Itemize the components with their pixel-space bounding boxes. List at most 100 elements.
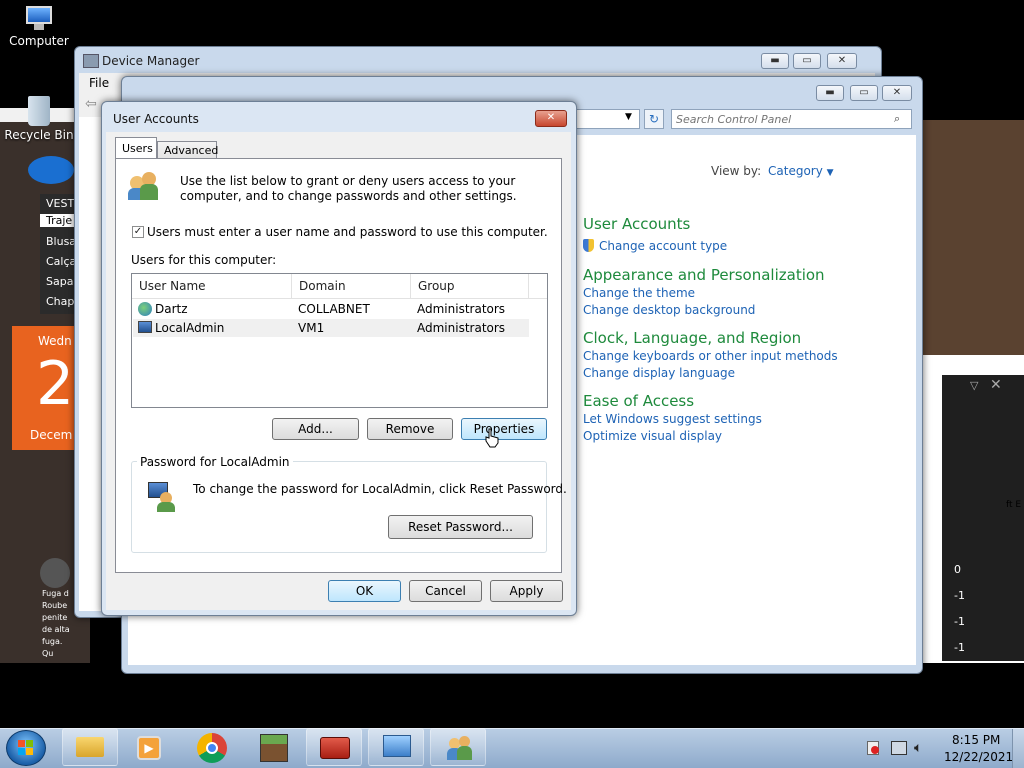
change-theme-link[interactable]: Change the theme bbox=[583, 286, 695, 300]
computer-desktop-icon[interactable]: Computer bbox=[4, 6, 74, 48]
clock-language-region-heading[interactable]: Clock, Language, and Region bbox=[583, 329, 801, 347]
recycle-bin-desktop-icon[interactable]: Recycle Bin bbox=[4, 96, 74, 142]
panel-number: -1 bbox=[954, 589, 965, 602]
recycle-bin-label: Recycle Bin bbox=[4, 128, 74, 142]
taskbar-media-player-button[interactable]: ▶ bbox=[122, 728, 178, 766]
news-avatar bbox=[40, 558, 70, 588]
users-list-label: Users for this computer: bbox=[131, 253, 277, 267]
tab-users-label: Users bbox=[122, 142, 153, 155]
mouse-cursor-icon bbox=[485, 428, 499, 448]
reset-password-button[interactable]: Reset Password... bbox=[388, 515, 533, 539]
column-header-username[interactable]: User Name bbox=[132, 274, 292, 298]
dark-panel: ▽ ✕ 0 -1 -1 -1 bbox=[942, 375, 1024, 661]
taskbar-minecraft-button[interactable] bbox=[245, 728, 301, 766]
folder-icon bbox=[76, 737, 104, 757]
panel-number: -1 bbox=[954, 615, 965, 628]
change-account-type-link[interactable]: Change account type bbox=[599, 239, 727, 253]
let-windows-suggest-link[interactable]: Let Windows suggest settings bbox=[583, 412, 762, 426]
chevron-down-icon: ▼ bbox=[826, 168, 834, 178]
calendar-day-number: 2 bbox=[36, 349, 75, 419]
background-panel-window: ▽ ✕ 0 -1 -1 -1 ft E bbox=[922, 355, 1024, 663]
panel-close-icon: ✕ bbox=[990, 377, 1002, 393]
control-panel-close-button[interactable]: ✕ bbox=[882, 85, 912, 101]
apply-button[interactable]: Apply bbox=[490, 580, 563, 602]
ok-button[interactable]: OK bbox=[328, 580, 401, 602]
windows-logo-icon bbox=[18, 740, 34, 756]
search-input[interactable] bbox=[674, 111, 888, 128]
clock-time[interactable]: 8:15 PM bbox=[952, 733, 1000, 747]
address-dropdown-icon[interactable]: ▼ bbox=[625, 112, 632, 122]
background-game-window bbox=[920, 120, 1024, 355]
optimize-visual-display-link[interactable]: Optimize visual display bbox=[583, 429, 722, 443]
taskbar-explorer-button[interactable] bbox=[62, 728, 118, 766]
control-panel-minimize-button[interactable]: ▬ bbox=[816, 85, 844, 101]
shop-menu-item: Blusa bbox=[46, 235, 77, 248]
action-center-icon[interactable] bbox=[867, 741, 879, 755]
require-password-label[interactable]: Users must enter a user name and passwor… bbox=[147, 225, 548, 239]
panel-minimize-icon: ▽ bbox=[970, 379, 979, 392]
toolbox-icon bbox=[320, 737, 350, 759]
user-globe-icon bbox=[138, 302, 152, 316]
list-header: User Name Domain Group bbox=[132, 274, 547, 299]
change-display-language-link[interactable]: Change display language bbox=[583, 366, 735, 380]
search-box[interactable]: ⌕ bbox=[671, 109, 912, 129]
media-player-icon: ▶ bbox=[137, 736, 161, 760]
refresh-icon[interactable]: ↻ bbox=[644, 109, 664, 129]
shop-menu-item: Sapa bbox=[46, 275, 74, 288]
users-icon bbox=[128, 170, 160, 202]
device-manager-maximize-button[interactable]: ▭ bbox=[793, 53, 821, 69]
taskbar-chrome-button[interactable] bbox=[183, 728, 239, 766]
column-header-group[interactable]: Group bbox=[411, 274, 529, 298]
control-panel-icon bbox=[383, 735, 411, 757]
taskbar-control-panel-button[interactable] bbox=[368, 728, 424, 766]
ease-of-access-heading[interactable]: Ease of Access bbox=[583, 392, 694, 410]
password-group-label: Password for LocalAdmin bbox=[137, 455, 293, 469]
shop-banner bbox=[28, 156, 74, 184]
back-arrow-icon[interactable]: ⇦ bbox=[85, 96, 97, 112]
taskbar-user-accounts-button[interactable] bbox=[430, 728, 486, 766]
view-by-dropdown[interactable]: Category ▼ bbox=[768, 164, 834, 178]
menu-file[interactable]: File bbox=[89, 76, 109, 90]
tab-users[interactable]: Users bbox=[115, 137, 157, 159]
calendar-day-name: Wedn bbox=[38, 334, 72, 348]
password-groupbox bbox=[131, 461, 547, 553]
user-name-cell: LocalAdmin bbox=[155, 321, 225, 335]
change-keyboards-link[interactable]: Change keyboards or other input methods bbox=[583, 349, 838, 363]
shield-icon bbox=[583, 239, 594, 252]
table-row[interactable]: LocalAdmin VM1 Administrators bbox=[133, 319, 529, 337]
table-row[interactable]: Dartz COLLABNET Administrators bbox=[133, 300, 529, 318]
view-by-label: View by: bbox=[711, 164, 762, 178]
properties-button[interactable]: Properties bbox=[461, 418, 547, 440]
shop-menu-item: Chap bbox=[46, 295, 75, 308]
tab-advanced[interactable]: Advanced bbox=[157, 141, 218, 159]
taskbar-toolbox-button[interactable] bbox=[306, 728, 362, 766]
users-list[interactable]: User Name Domain Group Dartz COLLABNET A… bbox=[131, 273, 548, 408]
appearance-heading[interactable]: Appearance and Personalization bbox=[583, 266, 825, 284]
dialog-close-button[interactable]: ✕ bbox=[535, 110, 567, 127]
change-desktop-background-link[interactable]: Change desktop background bbox=[583, 303, 755, 317]
dialog-title: User Accounts bbox=[113, 112, 199, 126]
news-snippet: Fuga d Roube penite de alta fuga. Qu des… bbox=[42, 589, 70, 658]
device-manager-close-button[interactable]: ✕ bbox=[827, 53, 857, 69]
network-icon[interactable] bbox=[891, 741, 907, 755]
intro-text: Use the list below to grant or deny user… bbox=[180, 174, 517, 203]
start-button[interactable] bbox=[6, 730, 46, 766]
require-password-checkbox[interactable]: ✓ bbox=[132, 226, 144, 238]
add-user-button[interactable]: Add... bbox=[272, 418, 359, 440]
show-desktop-button[interactable] bbox=[1012, 729, 1024, 768]
user-password-icon bbox=[148, 482, 178, 512]
search-icon[interactable]: ⌕ bbox=[894, 112, 900, 126]
clock-date[interactable]: 12/22/2021 bbox=[944, 750, 1013, 764]
view-by-value: Category bbox=[768, 164, 823, 178]
panel-snippet: ft E bbox=[1006, 500, 1022, 510]
remove-user-button[interactable]: Remove bbox=[367, 418, 453, 440]
control-panel-maximize-button[interactable]: ▭ bbox=[850, 85, 878, 101]
user-accounts-heading[interactable]: User Accounts bbox=[583, 215, 690, 233]
volume-icon[interactable]: 🔈︎ bbox=[914, 740, 922, 756]
user-accounts-icon bbox=[447, 734, 473, 762]
user-group-cell: Administrators bbox=[417, 302, 506, 316]
device-manager-minimize-button[interactable]: ▬ bbox=[761, 53, 789, 69]
panel-number: -1 bbox=[954, 641, 965, 654]
cancel-button[interactable]: Cancel bbox=[409, 580, 482, 602]
column-header-domain[interactable]: Domain bbox=[292, 274, 411, 298]
